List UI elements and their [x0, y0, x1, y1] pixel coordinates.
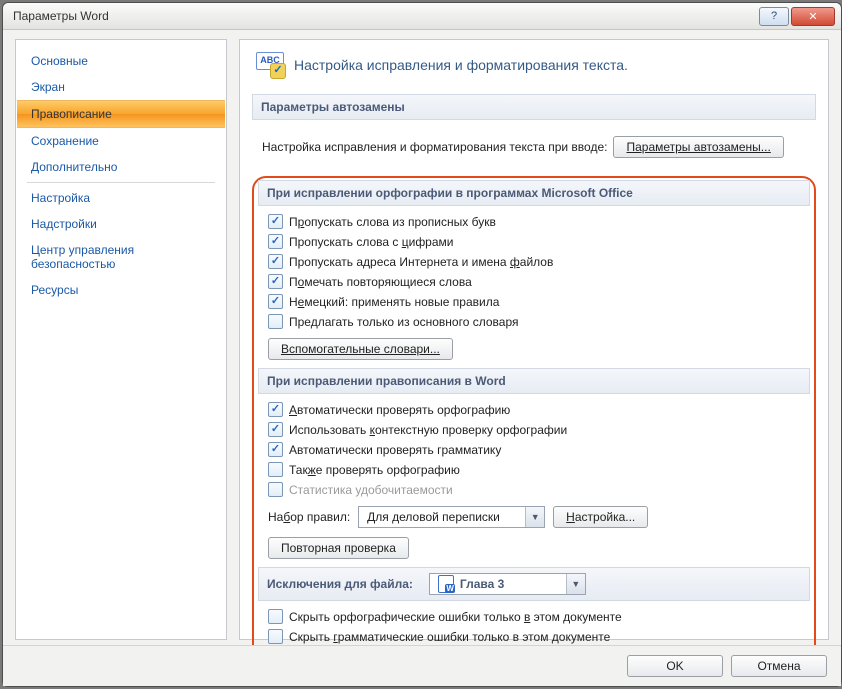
recheck-button[interactable]: Повторная проверка: [268, 537, 409, 559]
exceptions-file-value: Глава 3: [460, 577, 504, 591]
checkbox[interactable]: [268, 442, 283, 457]
checkbox-label: Пропускать адреса Интернета и имена файл…: [289, 255, 553, 269]
group-header-word-proofing: При исправлении правописания в Word: [258, 368, 810, 394]
cancel-button[interactable]: Отмена: [731, 655, 827, 677]
checkbox-label: Пропускать слова с цифрами: [289, 235, 454, 249]
checkbox[interactable]: [268, 274, 283, 289]
word-option-4[interactable]: Статистика удобочитаемости: [268, 482, 802, 497]
main-panel: ABC✓ Настройка исправления и форматирова…: [239, 39, 829, 640]
chevron-down-icon: ▼: [566, 574, 585, 594]
sidebar: Основные Экран Правописание Сохранение Д…: [15, 39, 227, 640]
office-option-4[interactable]: Немецкий: применять новые правила: [268, 294, 802, 309]
sidebar-item-display[interactable]: Экран: [17, 74, 225, 100]
sidebar-item-trust-center[interactable]: Центр управления безопасностью: [17, 237, 225, 277]
word-option-0[interactable]: Автоматически проверять орфографию: [268, 402, 802, 417]
office-option-3[interactable]: Помечать повторяющиеся слова: [268, 274, 802, 289]
checkbox[interactable]: [268, 462, 283, 477]
checkbox[interactable]: [268, 422, 283, 437]
checkbox-label: Использовать контекстную проверку орфогр…: [289, 423, 567, 437]
sidebar-item-resources[interactable]: Ресурсы: [17, 277, 225, 303]
checkbox-label: Также проверять орфографию: [289, 463, 460, 477]
titlebar: Параметры Word ? ✕: [3, 3, 841, 30]
close-button[interactable]: ✕: [791, 7, 835, 26]
group-header-exceptions: Исключения для файла: Глава 3 ▼: [258, 567, 810, 601]
exceptions-file-select[interactable]: Глава 3 ▼: [429, 573, 586, 595]
autocorrect-description: Настройка исправления и форматирования т…: [262, 140, 607, 154]
exception-option-1[interactable]: Скрыть грамматические ошибки только в эт…: [268, 629, 802, 644]
ruleset-label: Набор правил:: [268, 510, 350, 524]
group-header-autocorrect: Параметры автозамены: [252, 94, 816, 120]
checkbox[interactable]: [268, 234, 283, 249]
checkbox[interactable]: [268, 629, 283, 644]
checkbox-label: Помечать повторяющиеся слова: [289, 275, 472, 289]
checkbox[interactable]: [268, 482, 283, 497]
sidebar-separator: [27, 182, 215, 183]
word-document-icon: [438, 575, 454, 593]
page-heading: ABC✓ Настройка исправления и форматирова…: [252, 50, 816, 86]
ruleset-settings-button[interactable]: Настройка...: [553, 506, 648, 528]
checkbox-label: Предлагать только из основного словаря: [289, 315, 518, 329]
checkbox[interactable]: [268, 314, 283, 329]
checkbox[interactable]: [268, 609, 283, 624]
help-button[interactable]: ?: [759, 7, 789, 26]
office-option-2[interactable]: Пропускать адреса Интернета и имена файл…: [268, 254, 802, 269]
checkbox-label: Автоматически проверять орфографию: [289, 403, 510, 417]
sidebar-item-addins[interactable]: Надстройки: [17, 211, 225, 237]
checkbox[interactable]: [268, 214, 283, 229]
sidebar-item-customize[interactable]: Настройка: [17, 185, 225, 211]
dialog-footer: OK Отмена: [3, 645, 841, 686]
highlighted-region: При исправлении орфографии в программах …: [252, 176, 816, 664]
sidebar-item-save[interactable]: Сохранение: [17, 128, 225, 154]
checkbox-label: Скрыть грамматические ошибки только в эт…: [289, 630, 610, 644]
custom-dictionaries-button[interactable]: Вспомогательные словари...: [268, 338, 453, 360]
checkbox-label: Статистика удобочитаемости: [289, 483, 453, 497]
office-option-5[interactable]: Предлагать только из основного словаря: [268, 314, 802, 329]
sidebar-item-advanced[interactable]: Дополнительно: [17, 154, 225, 180]
ok-button[interactable]: OK: [627, 655, 723, 677]
ruleset-value: Для деловой переписки: [359, 510, 525, 524]
word-option-1[interactable]: Использовать контекстную проверку орфогр…: [268, 422, 802, 437]
sidebar-item-proofing[interactable]: Правописание: [17, 100, 225, 128]
word-option-2[interactable]: Автоматически проверять грамматику: [268, 442, 802, 457]
window-title: Параметры Word: [13, 9, 757, 23]
sidebar-item-general[interactable]: Основные: [17, 48, 225, 74]
page-heading-text: Настройка исправления и форматирования т…: [294, 57, 628, 73]
ruleset-select[interactable]: Для деловой переписки▼: [358, 506, 545, 528]
checkbox[interactable]: [268, 254, 283, 269]
checkbox-label: Немецкий: применять новые правила: [289, 295, 499, 309]
office-option-1[interactable]: Пропускать слова с цифрами: [268, 234, 802, 249]
checkbox-label: Пропускать слова из прописных букв: [289, 215, 496, 229]
group-header-office-spelling: При исправлении орфографии в программах …: [258, 180, 810, 206]
checkbox[interactable]: [268, 402, 283, 417]
checkbox-label: Скрыть орфографические ошибки только в э…: [289, 610, 622, 624]
chevron-down-icon: ▼: [525, 507, 544, 527]
office-option-0[interactable]: Пропускать слова из прописных букв: [268, 214, 802, 229]
checkbox-label: Автоматически проверять грамматику: [289, 443, 501, 457]
word-option-3[interactable]: Также проверять орфографию: [268, 462, 802, 477]
spellcheck-icon: ABC✓: [256, 52, 284, 78]
exceptions-label: Исключения для файла:: [267, 577, 413, 591]
dialog-window: Параметры Word ? ✕ Основные Экран Правоп…: [2, 2, 842, 687]
exception-option-0[interactable]: Скрыть орфографические ошибки только в э…: [268, 609, 802, 624]
autocorrect-options-button[interactable]: Параметры автозамены...: [613, 136, 783, 158]
checkbox[interactable]: [268, 294, 283, 309]
